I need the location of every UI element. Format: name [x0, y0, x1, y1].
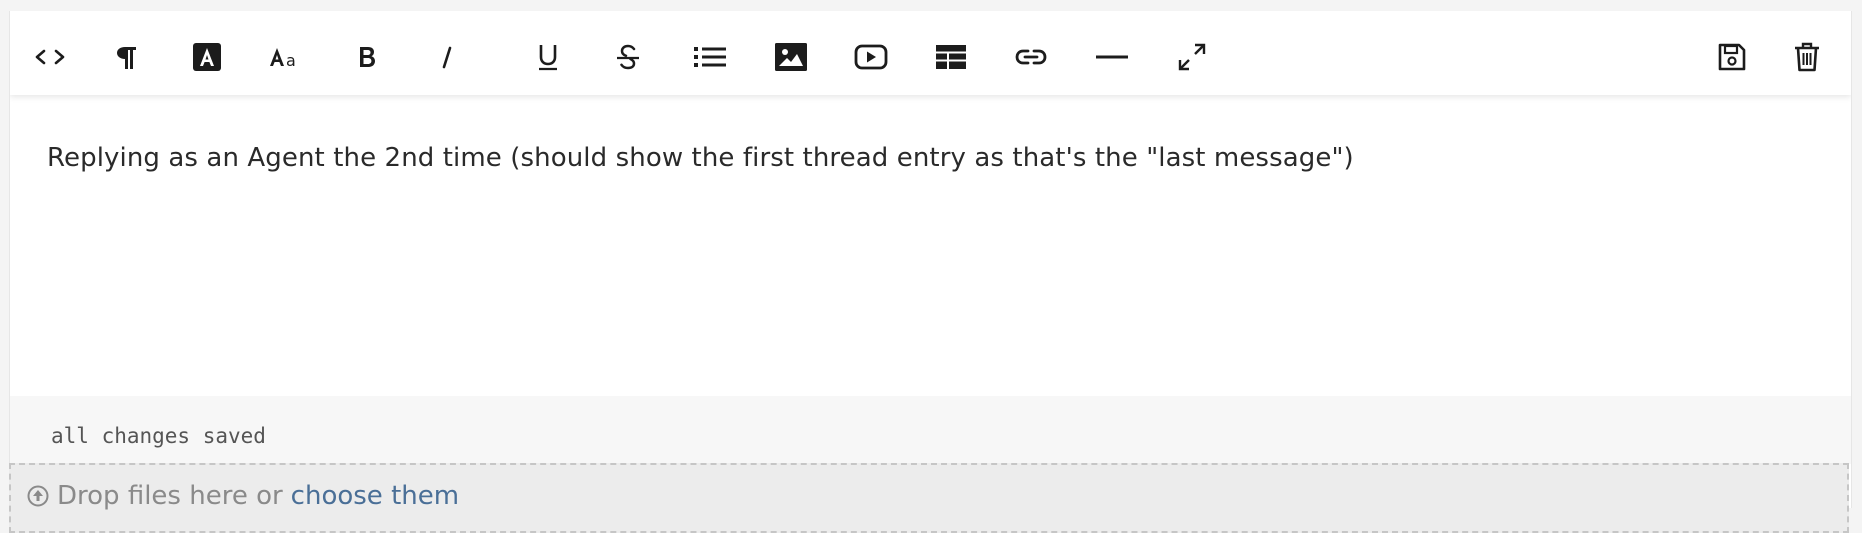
insert-table-button[interactable] [931, 37, 971, 77]
bold-button[interactable] [347, 37, 387, 77]
bold-icon [356, 43, 378, 71]
reply-body-text[interactable]: Replying as an Agent the 2nd time (shoul… [47, 143, 1354, 173]
link-icon [1014, 46, 1048, 68]
file-dropzone[interactable]: Drop files here or choose them [9, 463, 1849, 533]
expand-icon [1176, 41, 1208, 73]
choose-files-link[interactable]: choose them [291, 481, 459, 511]
paragraph-format-button[interactable] [107, 37, 147, 77]
list-button[interactable] [690, 37, 730, 77]
reply-editor: a Replying as an Agent the 2nd time (sho… [9, 11, 1852, 508]
table-icon [935, 44, 967, 70]
insert-link-button[interactable] [1011, 37, 1051, 77]
paragraph-icon [115, 43, 139, 71]
list-icon [693, 45, 727, 69]
save-status-text: all changes saved [51, 424, 266, 448]
underline-button[interactable] [528, 37, 568, 77]
insert-video-button[interactable] [851, 37, 891, 77]
save-draft-button[interactable] [1712, 37, 1752, 77]
text-color-icon [193, 43, 221, 71]
insert-image-button[interactable] [771, 37, 811, 77]
font-size-icon: a [269, 43, 303, 71]
save-status-bar: all changes saved [10, 396, 1851, 464]
code-view-button[interactable] [30, 37, 70, 77]
strikethrough-button[interactable] [608, 37, 648, 77]
horizontal-rule-button[interactable] [1092, 37, 1132, 77]
dropzone-message: Drop files here or choose them [27, 481, 459, 511]
floppy-disk-icon [1717, 42, 1747, 72]
image-icon [775, 43, 807, 71]
strikethrough-icon [615, 42, 641, 72]
editor-content-area[interactable]: Replying as an Agent the 2nd time (shoul… [10, 95, 1851, 407]
fullscreen-button[interactable] [1172, 37, 1212, 77]
svg-text:a: a [286, 51, 296, 70]
upload-circle-icon [27, 485, 49, 507]
font-size-button[interactable]: a [266, 37, 306, 77]
dropzone-text: Drop files here or [57, 481, 283, 511]
italic-icon [437, 43, 457, 71]
text-color-button[interactable] [187, 37, 227, 77]
trash-icon [1793, 41, 1821, 73]
horizontal-rule-icon [1095, 52, 1129, 62]
video-icon [854, 44, 888, 70]
italic-button[interactable] [427, 37, 467, 77]
underline-icon [536, 42, 560, 72]
delete-draft-button[interactable] [1787, 37, 1827, 77]
code-icon [33, 45, 67, 69]
editor-toolbar: a [10, 11, 1851, 95]
